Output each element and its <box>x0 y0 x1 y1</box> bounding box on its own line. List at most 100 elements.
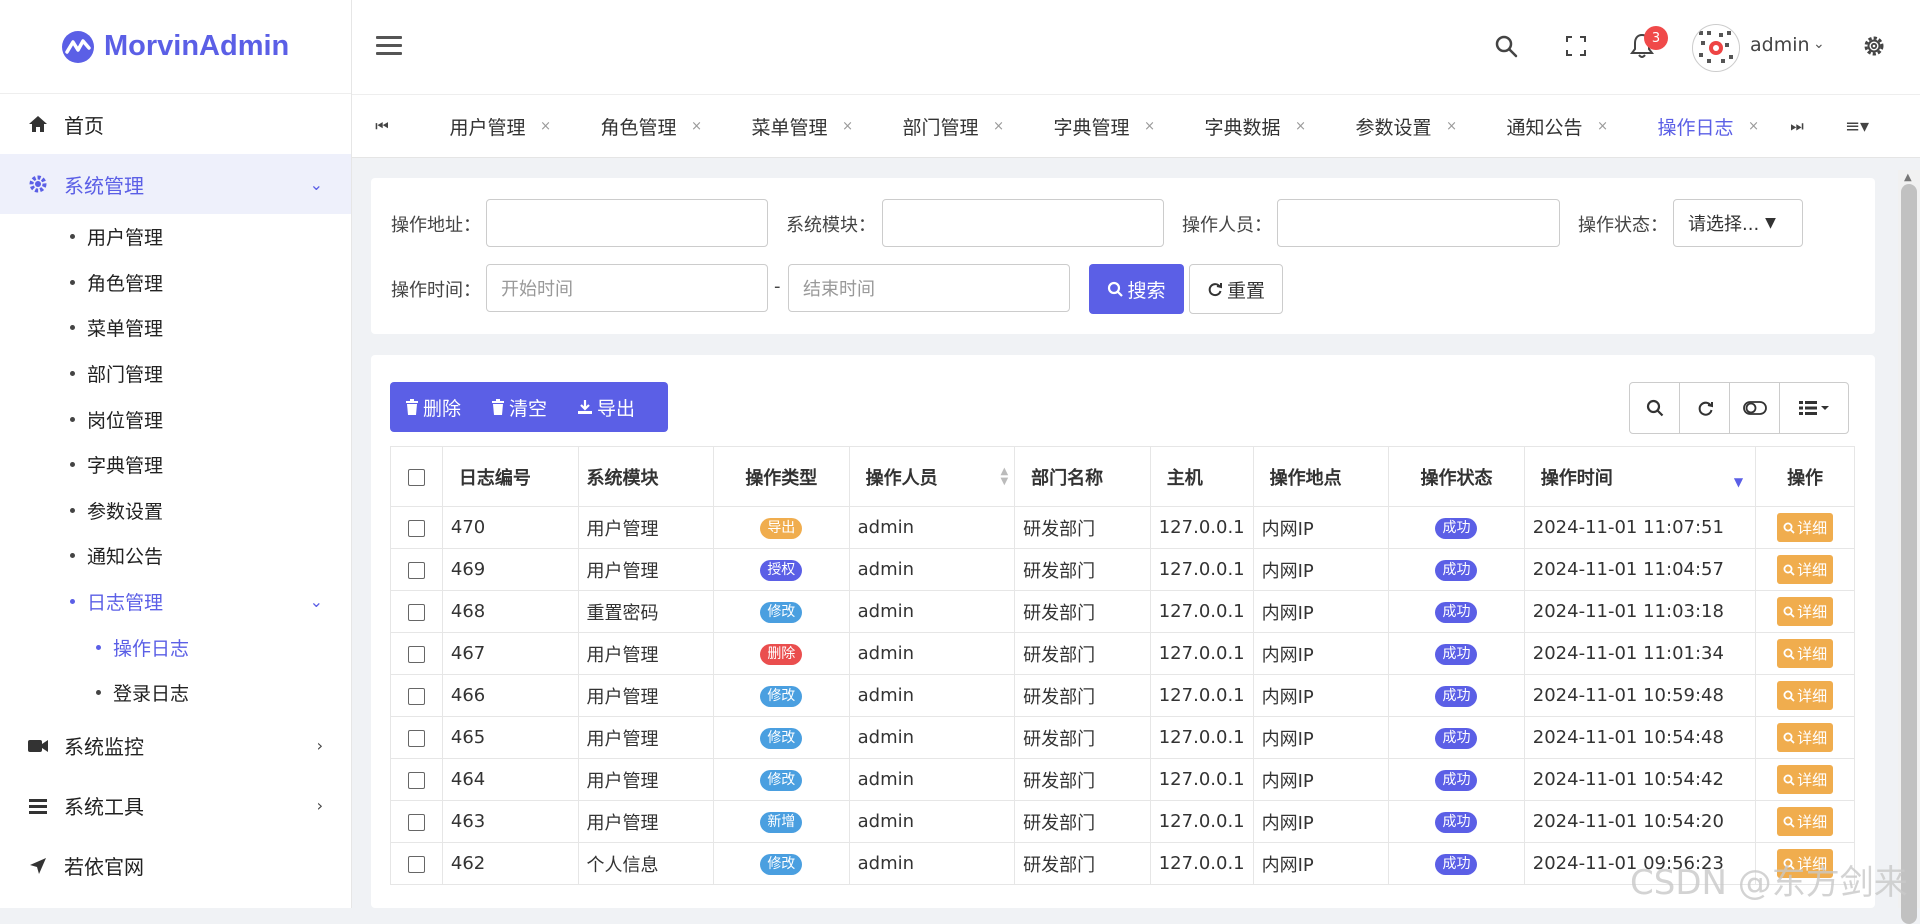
table-row[interactable]: 464 用户管理 修改 admin 研发部门 127.0.0.1 内网IP 成功 2024-11… <box>390 758 1855 801</box>
nav-system[interactable]: 系统管理 ⌄ <box>0 154 351 214</box>
table-row[interactable]: 469 用户管理 授权 admin 研发部门 127.0.0.1 内网IP 成功 2024-11… <box>390 548 1855 591</box>
row-checkbox[interactable] <box>407 855 425 873</box>
detail-button[interactable]: 详细 <box>1777 597 1834 626</box>
nav-system-item[interactable]: 岗位管理 <box>0 396 351 442</box>
nav-login-log[interactable]: 登录日志 <box>0 670 351 716</box>
columns-menu-icon[interactable] <box>1780 383 1848 433</box>
row-checkbox[interactable] <box>407 645 425 663</box>
detail-button[interactable]: 详细 <box>1777 723 1834 752</box>
detail-button[interactable]: 详细 <box>1777 765 1834 794</box>
row-select-cell[interactable] <box>390 506 443 549</box>
close-icon[interactable]: × <box>1597 119 1608 134</box>
row-checkbox[interactable] <box>407 813 425 831</box>
row-select-cell[interactable] <box>390 674 443 717</box>
nav-monitor[interactable]: 系统监控 › <box>0 716 351 776</box>
tab-scroll-left-icon[interactable]: ⏮ <box>352 117 412 135</box>
close-icon[interactable]: × <box>540 119 551 134</box>
tab-item[interactable]: 角色管理 × <box>563 113 714 140</box>
row-checkbox[interactable] <box>407 603 425 621</box>
row-select-cell[interactable] <box>390 590 443 633</box>
tab-item[interactable]: 字典数据 × <box>1167 113 1318 140</box>
nav-website[interactable]: 若依官网 <box>0 836 351 896</box>
fullscreen-icon[interactable] <box>1560 30 1592 62</box>
close-icon[interactable]: × <box>842 119 853 134</box>
tab-item[interactable]: 字典管理 × <box>1016 113 1167 140</box>
row-checkbox[interactable] <box>407 729 425 747</box>
tab-menu-icon[interactable]: ≡▾ <box>1822 116 1892 137</box>
reset-button[interactable]: 重置 <box>1189 264 1283 314</box>
nav-tools[interactable]: 系统工具 › <box>0 776 351 836</box>
table-row[interactable]: 468 重置密码 修改 admin 研发部门 127.0.0.1 内网IP 成功 2024-11… <box>390 590 1855 633</box>
close-icon[interactable]: × <box>1748 119 1759 134</box>
table-row[interactable]: 465 用户管理 修改 admin 研发部门 127.0.0.1 内网IP 成功 2024-11… <box>390 716 1855 759</box>
nav-system-item[interactable]: 菜单管理 <box>0 305 351 351</box>
table-row[interactable]: 466 用户管理 修改 admin 研发部门 127.0.0.1 内网IP 成功 2024-11… <box>390 674 1855 717</box>
nav-operation-log[interactable]: 操作日志 <box>0 624 351 670</box>
col-location[interactable]: 操作地点 <box>1252 446 1390 507</box>
operator-input[interactable] <box>1277 199 1560 247</box>
username[interactable]: admin <box>1750 34 1810 56</box>
nav-log[interactable]: 日志管理 ⌄ <box>0 579 351 625</box>
col-module[interactable]: 系统模块 <box>577 446 715 507</box>
page-scrollbar[interactable]: ▲ <box>1898 170 1920 924</box>
col-dept[interactable]: 部门名称 <box>1014 446 1151 507</box>
col-host[interactable]: 主机 <box>1149 446 1254 507</box>
close-icon[interactable]: × <box>1446 119 1457 134</box>
row-checkbox[interactable] <box>407 561 425 579</box>
tab-item[interactable]: 参数设置 × <box>1318 113 1469 140</box>
tab-item[interactable]: 用户管理 × <box>412 113 563 140</box>
row-select-cell[interactable] <box>390 548 443 591</box>
scrollbar-thumb[interactable] <box>1901 184 1917 924</box>
row-select-cell[interactable] <box>390 632 443 675</box>
select-all-checkbox[interactable] <box>407 468 425 486</box>
menu-toggle-icon[interactable] <box>376 36 402 60</box>
detail-button[interactable]: 详细 <box>1777 513 1834 542</box>
table-row[interactable]: 470 用户管理 导出 admin 研发部门 127.0.0.1 内网IP 成功 2024-11… <box>390 506 1855 549</box>
module-input[interactable] <box>882 199 1164 247</box>
table-row[interactable]: 463 用户管理 新增 admin 研发部门 127.0.0.1 内网IP 成功 2024-11… <box>390 800 1855 843</box>
tab-item[interactable]: 部门管理 × <box>865 113 1016 140</box>
row-select-cell[interactable] <box>390 716 443 759</box>
search-button[interactable]: 搜索 <box>1089 264 1184 314</box>
nav-system-item[interactable]: 部门管理 <box>0 351 351 397</box>
table-row[interactable]: 467 用户管理 删除 admin 研发部门 127.0.0.1 内网IP 成功 2024-11… <box>390 632 1855 675</box>
detail-button[interactable]: 详细 <box>1777 639 1834 668</box>
export-button[interactable]: 导出 <box>562 394 650 421</box>
col-time[interactable]: 操作时间 ▼ <box>1523 446 1757 507</box>
close-icon[interactable]: × <box>1144 119 1155 134</box>
nav-home[interactable]: 首页 <box>0 94 351 154</box>
row-checkbox[interactable] <box>407 771 425 789</box>
search-icon[interactable] <box>1490 30 1522 62</box>
col-status[interactable]: 操作状态 <box>1388 446 1525 507</box>
status-select[interactable]: 请选择... ▼ <box>1673 199 1803 247</box>
refresh-icon[interactable] <box>1680 383 1730 433</box>
chevron-down-icon[interactable]: ⌄ <box>1813 36 1825 52</box>
detail-button[interactable]: 详细 <box>1777 681 1834 710</box>
app-logo[interactable]: MorvinAdmin <box>0 0 351 94</box>
nav-system-item[interactable]: 角色管理 <box>0 260 351 306</box>
clear-button[interactable]: 清空 <box>476 394 562 421</box>
avatar[interactable] <box>1692 24 1740 72</box>
detail-button[interactable]: 详细 <box>1777 555 1834 584</box>
end-time-input[interactable]: 结束时间 <box>788 264 1070 312</box>
nav-system-item[interactable]: 用户管理 <box>0 214 351 260</box>
settings-gear-icon[interactable] <box>1858 30 1890 62</box>
row-checkbox[interactable] <box>407 687 425 705</box>
scroll-up-icon[interactable]: ▲ <box>1904 172 1912 183</box>
row-checkbox[interactable] <box>407 519 425 537</box>
tab-scroll-right-icon[interactable]: ⏭ <box>1772 117 1822 135</box>
close-icon[interactable]: × <box>691 119 702 134</box>
tab-item[interactable]: 通知公告 × <box>1469 113 1620 140</box>
row-select-cell[interactable] <box>390 800 443 843</box>
select-all-cell[interactable] <box>390 446 443 507</box>
start-time-input[interactable]: 开始时间 <box>486 264 768 312</box>
col-log-id[interactable]: 日志编号 <box>441 446 579 507</box>
detail-button[interactable]: 详细 <box>1777 807 1834 836</box>
delete-button[interactable]: 删除 <box>390 394 476 421</box>
address-input[interactable] <box>486 199 768 247</box>
toggle-view-icon[interactable] <box>1730 383 1780 433</box>
nav-system-item[interactable]: 参数设置 <box>0 488 351 534</box>
nav-system-item[interactable]: 通知公告 <box>0 533 351 579</box>
row-select-cell[interactable] <box>390 758 443 801</box>
close-icon[interactable]: × <box>993 119 1004 134</box>
